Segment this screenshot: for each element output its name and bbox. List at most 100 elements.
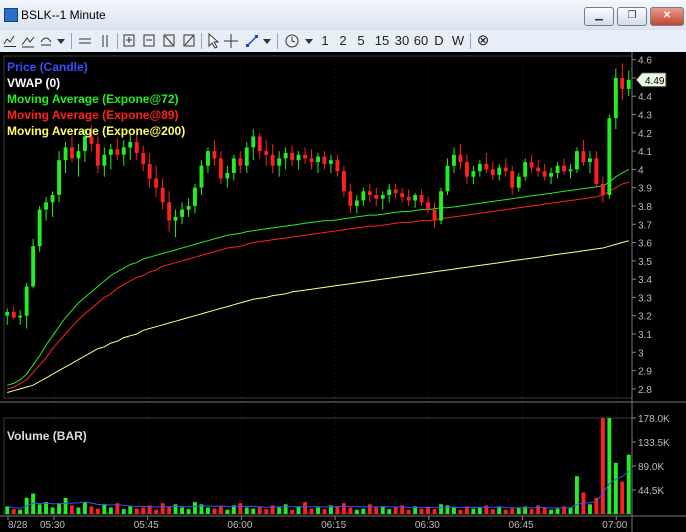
period-5-button[interactable]: 5 xyxy=(355,32,367,50)
period-15-button[interactable]: 15 xyxy=(373,32,391,50)
pointer-icon[interactable] xyxy=(206,32,220,50)
legend-price: Price (Candle) xyxy=(7,60,88,74)
time-tick-label: 06:45 xyxy=(509,520,534,531)
candle-body xyxy=(354,200,359,206)
last-price-label: 4.49 xyxy=(645,76,665,87)
volume-bar xyxy=(529,509,534,514)
volume-bar xyxy=(607,418,612,514)
candle-body xyxy=(199,165,204,188)
period-weekly-button[interactable]: W xyxy=(451,32,465,50)
volume-bar xyxy=(57,503,61,514)
chevron-down-icon[interactable] xyxy=(304,32,314,50)
candle-body xyxy=(231,158,236,173)
candle-body xyxy=(419,195,424,203)
candle-body xyxy=(452,154,456,166)
volume-bar xyxy=(322,509,327,514)
candle-body xyxy=(296,154,301,161)
horizontal-line-icon[interactable] xyxy=(78,32,92,50)
period-2-button[interactable]: 2 xyxy=(337,32,349,50)
volume-bar xyxy=(426,507,430,514)
trendline-icon[interactable] xyxy=(245,32,259,50)
price-tick-label: 4.6 xyxy=(638,56,652,67)
volume-bar xyxy=(613,462,618,514)
candle-body xyxy=(186,206,191,210)
candle-body xyxy=(264,151,269,155)
volume-bar xyxy=(257,506,262,514)
clock-icon[interactable] xyxy=(284,32,300,50)
volume-bar xyxy=(361,508,366,514)
volume-bar xyxy=(63,497,68,514)
price-tick-label: 3.2 xyxy=(638,312,652,323)
volume-bar xyxy=(439,504,443,514)
candle-body xyxy=(400,193,405,197)
bar-style-icon[interactable] xyxy=(39,32,53,50)
candle-body xyxy=(348,191,353,206)
candle-body xyxy=(160,187,165,203)
candle-body xyxy=(367,191,372,195)
candle-body xyxy=(361,191,366,201)
volume-bar xyxy=(102,504,107,514)
legend-vwap: VWAP (0) xyxy=(7,76,61,90)
volume-bar xyxy=(83,502,87,514)
period-60-button[interactable]: 60 xyxy=(412,32,430,50)
crosshair-icon[interactable] xyxy=(224,32,238,50)
time-tick-label: 07:00 xyxy=(602,520,627,531)
candle-body xyxy=(426,202,430,210)
candle-body xyxy=(24,286,29,316)
chevron-down-icon[interactable] xyxy=(262,32,272,50)
candle-body xyxy=(335,160,340,172)
candle-body xyxy=(445,165,450,192)
close-chart-icon[interactable]: ⊗ xyxy=(475,32,491,50)
period-30-button[interactable]: 30 xyxy=(393,32,411,50)
volume-bar xyxy=(5,506,10,514)
chart-type-icon[interactable] xyxy=(3,32,17,50)
volume-bar xyxy=(542,507,547,514)
candle-body xyxy=(115,149,120,155)
candle-body xyxy=(607,118,612,195)
chart-area[interactable]: 4.64.54.44.34.24.143.93.83.73.63.53.43.3… xyxy=(0,52,686,532)
candle-body xyxy=(484,163,489,170)
volume-bar xyxy=(309,508,314,514)
window-title: BSLK--1 Minute xyxy=(21,8,106,22)
legend-ema72: Moving Average (Expone@72) xyxy=(7,92,179,106)
price-tick-label: 3.4 xyxy=(638,275,652,286)
volume-bar xyxy=(50,507,55,514)
zoom-reset-icon[interactable] xyxy=(182,32,196,50)
volume-bar xyxy=(600,418,605,514)
time-tick-label: 06:15 xyxy=(321,520,346,531)
time-tick-label: 05:45 xyxy=(134,520,159,531)
close-button[interactable]: ✕ xyxy=(650,7,684,26)
candle-body xyxy=(206,151,210,166)
volume-bar xyxy=(471,508,476,514)
chevron-down-icon[interactable] xyxy=(56,32,66,50)
volume-bar xyxy=(206,507,210,514)
candle-body xyxy=(167,202,172,221)
volume-bar xyxy=(70,505,74,514)
toolbar-divider xyxy=(277,33,278,49)
period-daily-button[interactable]: D xyxy=(433,32,445,50)
volume-bar xyxy=(568,507,573,514)
zoom-fit-icon[interactable] xyxy=(162,32,176,50)
zoom-in-icon[interactable] xyxy=(122,32,136,50)
toolbar-divider xyxy=(71,33,72,49)
volume-bar xyxy=(180,507,184,514)
candle-body xyxy=(588,158,592,163)
zoom-out-icon[interactable] xyxy=(142,32,156,50)
volume-bar xyxy=(432,509,437,514)
draw-lines-icon[interactable] xyxy=(21,32,35,50)
volume-bar xyxy=(283,504,288,514)
minimize-button[interactable]: ▁ xyxy=(584,7,614,26)
volume-bar xyxy=(484,505,489,514)
candle-body xyxy=(5,312,10,316)
volume-tick-label: 133.5K xyxy=(638,438,670,449)
volume-bar xyxy=(555,508,560,514)
period-1-button[interactable]: 1 xyxy=(319,32,331,50)
volume-bar xyxy=(11,509,16,514)
volume-bar xyxy=(134,508,139,514)
toolbar-divider xyxy=(470,33,471,49)
candle-body xyxy=(581,151,586,163)
volume-bar xyxy=(95,508,100,514)
vertical-line-icon[interactable] xyxy=(98,32,112,50)
restore-button[interactable]: ❐ xyxy=(617,7,647,26)
ema200-line xyxy=(7,240,629,393)
